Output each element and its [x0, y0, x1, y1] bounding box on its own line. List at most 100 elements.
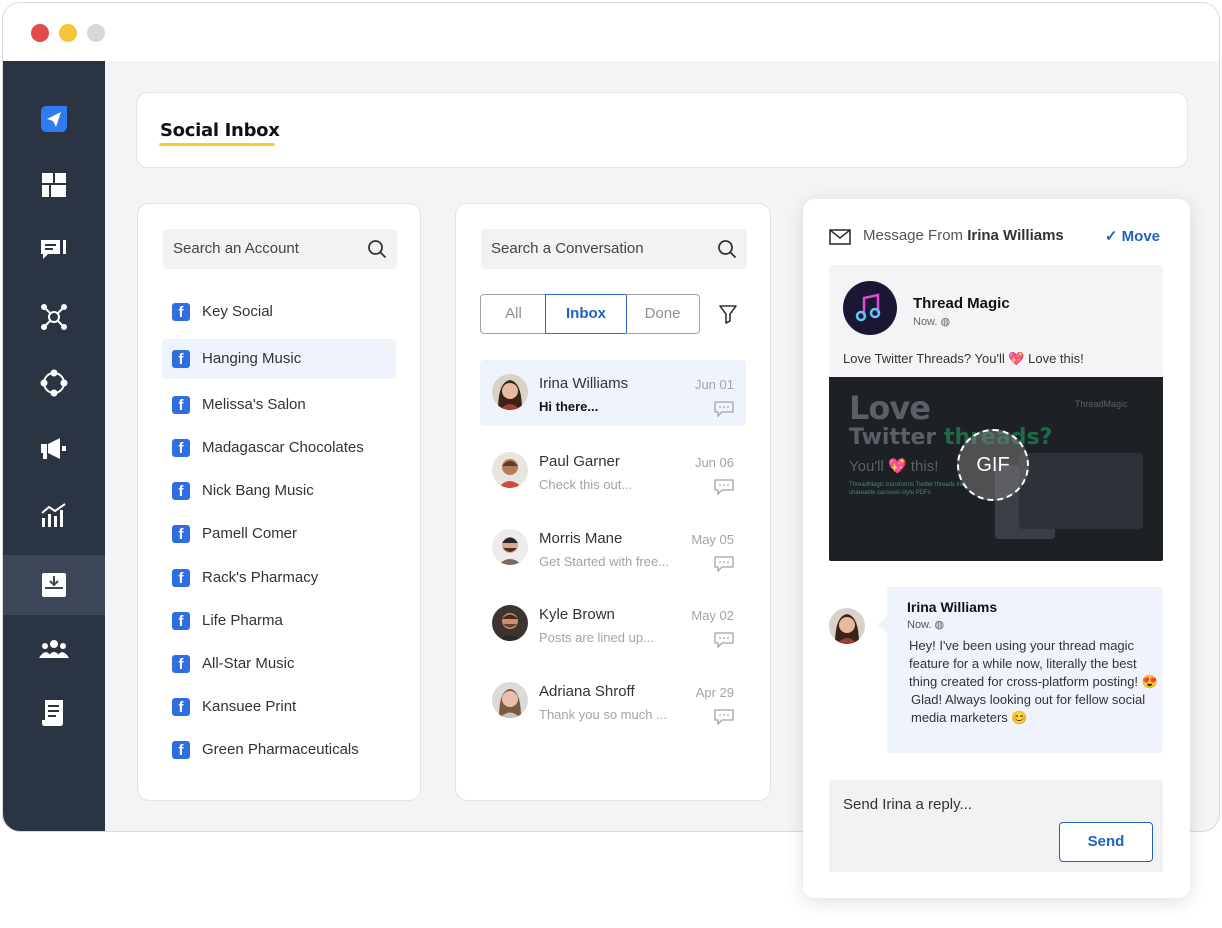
- reply-input[interactable]: Send Irina a reply...: [843, 796, 972, 813]
- sidebar-item-logo[interactable]: [3, 89, 105, 149]
- account-item[interactable]: f All-Star Music: [162, 644, 396, 684]
- facebook-icon: f: [172, 303, 190, 321]
- conversation-name: Paul Garner: [539, 453, 620, 470]
- account-item[interactable]: f Pamell Comer: [162, 514, 396, 554]
- paper-plane-logo-icon: [41, 106, 67, 132]
- checkmark-icon: ✓: [1104, 228, 1118, 245]
- account-name: Life Pharma: [202, 612, 283, 629]
- conversation-item[interactable]: Morris Mane Get Started with free... May 0…: [480, 515, 746, 581]
- conversation-item[interactable]: Paul Garner Check this out... Jun 06: [480, 438, 746, 504]
- team-users-icon: [39, 640, 69, 658]
- account-name: All-Star Music: [202, 655, 295, 672]
- image-headline-line3: You'll 💖 this!: [849, 458, 939, 475]
- title-bar: [3, 3, 1219, 61]
- message-header: Message From Irina Williams: [863, 227, 1064, 244]
- avatar: [492, 374, 528, 410]
- image-mockup-card: [1019, 453, 1143, 529]
- account-name: Pamell Comer: [202, 525, 298, 542]
- facebook-icon: f: [172, 612, 190, 630]
- close-window-dot[interactable]: [31, 24, 49, 42]
- post-gif-image[interactable]: Love Twitter threads? You'll 💖 this! Thr…: [829, 377, 1163, 561]
- sidebar-item-connections[interactable]: [3, 353, 105, 413]
- account-name: Madagascar Chocolates: [202, 439, 364, 456]
- message-bubble: Irina Williams Now. ◍ Hey! I've been usi…: [877, 587, 1163, 753]
- sidebar-item-inbox[interactable]: [3, 555, 105, 615]
- account-item[interactable]: f Melissa's Salon: [162, 385, 396, 425]
- network-icon: [41, 304, 67, 330]
- sidebar-item-reports[interactable]: [3, 683, 105, 743]
- facebook-icon: f: [172, 525, 190, 543]
- account-item[interactable]: f Life Pharma: [162, 601, 396, 641]
- tab-inbox[interactable]: Inbox: [545, 294, 627, 334]
- post-text: Love Twitter Threads? You'll 💖 Love this…: [843, 351, 1084, 366]
- post-account-name: Thread Magic: [913, 295, 1010, 312]
- image-headline-line1: Love: [849, 389, 931, 427]
- globe-icon: ◍: [940, 316, 951, 328]
- accounts-panel: Search an Account f Key Social f Hanging Mu…: [137, 203, 421, 801]
- account-search-placeholder: Search an Account: [173, 240, 299, 257]
- comment-icon: [714, 479, 734, 500]
- sidebar-item-team[interactable]: [3, 619, 105, 679]
- sidebar-item-analytics[interactable]: [3, 485, 105, 545]
- conversation-search-placeholder: Search a Conversation: [491, 240, 644, 257]
- conversation-preview: Thank you so much ...: [539, 707, 667, 722]
- gif-play-button[interactable]: GIF: [957, 429, 1029, 501]
- avatar: [492, 529, 528, 565]
- account-item[interactable]: f Kansuee Print: [162, 687, 396, 727]
- facebook-icon: f: [172, 569, 190, 587]
- account-search-input[interactable]: Search an Account: [163, 229, 397, 269]
- conversation-item[interactable]: Kyle Brown Posts are lined up... May 02: [480, 591, 746, 657]
- maximize-window-dot[interactable]: [87, 24, 105, 42]
- account-name: Key Social: [202, 303, 273, 320]
- conversation-item[interactable]: Adriana Shroff Thank you so much ... Apr 2…: [480, 668, 746, 734]
- filter-icon[interactable]: [718, 304, 738, 329]
- send-button[interactable]: Send: [1059, 822, 1153, 862]
- facebook-icon: f: [172, 396, 190, 414]
- page-title: Social Inbox: [160, 120, 280, 141]
- comment-icon: [714, 632, 734, 653]
- analytics-chart-icon: [41, 503, 66, 527]
- conversation-date: Jun 01: [694, 377, 734, 392]
- account-name: Green Pharmaceuticals: [202, 741, 359, 758]
- conversation-name: Irina Williams: [539, 375, 629, 392]
- conversation-preview: Get Started with free...: [539, 554, 670, 569]
- sidebar-item-network[interactable]: [3, 287, 105, 347]
- report-document-icon: [42, 700, 63, 726]
- avatar: [492, 682, 528, 718]
- tab-done[interactable]: Done: [626, 294, 700, 334]
- sidebar-item-campaigns[interactable]: [3, 419, 105, 479]
- post-time: Now. ◍: [913, 316, 951, 328]
- thread-magic-logo-icon: [843, 281, 897, 335]
- chat-post-icon: [41, 240, 66, 259]
- conversation-search-input[interactable]: Search a Conversation: [481, 229, 747, 269]
- tab-all[interactable]: All: [480, 294, 546, 334]
- account-item[interactable]: f Green Pharmaceuticals: [162, 730, 396, 770]
- conversation-date: May 02: [691, 608, 734, 623]
- image-brand-logo: ThreadMagic: [1075, 399, 1128, 409]
- account-item[interactable]: f Hanging Music: [162, 339, 396, 379]
- facebook-icon: f: [172, 655, 190, 673]
- comment-icon: [714, 401, 734, 422]
- account-name: Hanging Music: [202, 350, 302, 367]
- minimize-window-dot[interactable]: [59, 24, 77, 42]
- reply-box[interactable]: Send Irina a reply... Send: [829, 780, 1163, 872]
- account-name: Kansuee Print: [202, 698, 297, 715]
- megaphone-icon: [41, 438, 66, 459]
- search-icon[interactable]: [367, 239, 387, 264]
- conversation-name: Adriana Shroff: [539, 683, 635, 700]
- account-name: Melissa's Salon: [202, 396, 306, 413]
- account-item[interactable]: f Nick Bang Music: [162, 471, 396, 511]
- sidebar-item-dashboard[interactable]: [3, 155, 105, 215]
- search-icon[interactable]: [717, 239, 737, 264]
- conversation-item[interactable]: Irina Williams Hi there... Jun 01: [480, 360, 746, 426]
- message-sender-name: Irina Williams: [967, 227, 1064, 244]
- shared-post-card: Thread Magic Now. ◍ Love Twitter Threads…: [829, 265, 1163, 561]
- account-item[interactable]: f Madagascar Chocolates: [162, 428, 396, 468]
- conversation-name: Morris Mane: [539, 530, 623, 547]
- bubble-sender-name: Irina Williams: [907, 599, 998, 615]
- sidebar-item-posts[interactable]: [3, 221, 105, 281]
- account-item[interactable]: f Rack's Pharmacy: [162, 558, 396, 598]
- account-item[interactable]: f Key Social: [162, 292, 396, 332]
- move-button[interactable]: ✓ Move: [1105, 227, 1160, 245]
- conversation-preview: Posts are lined up...: [539, 630, 654, 645]
